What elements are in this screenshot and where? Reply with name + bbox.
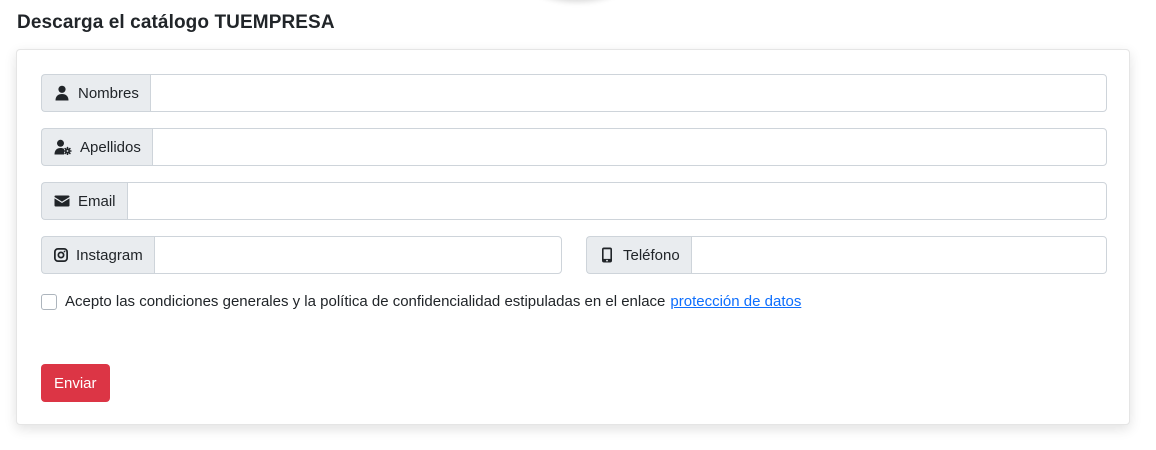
apellidos-input[interactable] (151, 128, 1107, 166)
telefono-addon: Teléfono (586, 236, 691, 274)
apellidos-addon: Apellidos (41, 128, 152, 166)
telefono-label: Teléfono (623, 246, 680, 264)
instagram-group: Instagram (41, 236, 562, 274)
email-group: Email (41, 182, 1107, 220)
apellidos-group: Apellidos (41, 128, 1107, 166)
submit-button[interactable]: Enviar (41, 364, 110, 402)
nombres-group: Nombres (41, 74, 1107, 112)
page: Descarga el catálogo TUEMPRESA Nombres A… (0, 0, 1156, 450)
instagram-addon: Instagram (41, 236, 154, 274)
nombres-input[interactable] (149, 74, 1107, 112)
instagram-label: Instagram (76, 246, 143, 264)
telefono-group: Teléfono (586, 236, 1107, 274)
instagram-icon (54, 248, 68, 262)
email-input[interactable] (126, 182, 1107, 220)
mobile-phone-icon (602, 247, 612, 263)
nombres-addon: Nombres (41, 74, 150, 112)
email-label: Email (78, 192, 116, 210)
privacy-link[interactable]: protección de datos (670, 293, 801, 310)
nombres-label: Nombres (78, 84, 139, 102)
page-title: Descarga el catálogo TUEMPRESA (17, 12, 335, 33)
instagram-input[interactable] (153, 236, 562, 274)
consent-text: Acepto las condiciones generales y la po… (65, 293, 666, 310)
consent-row: Acepto las condiciones generales y la po… (41, 293, 801, 310)
catalog-form: Nombres Apellidos Email Instagram Teléfo… (16, 49, 1130, 425)
user-icon (55, 85, 69, 101)
consent-checkbox[interactable] (41, 293, 57, 310)
email-addon: Email (41, 182, 127, 220)
telefono-input[interactable] (690, 236, 1107, 274)
apellidos-label: Apellidos (80, 138, 141, 156)
envelope-icon (54, 195, 70, 207)
user-gear-icon (54, 139, 72, 155)
